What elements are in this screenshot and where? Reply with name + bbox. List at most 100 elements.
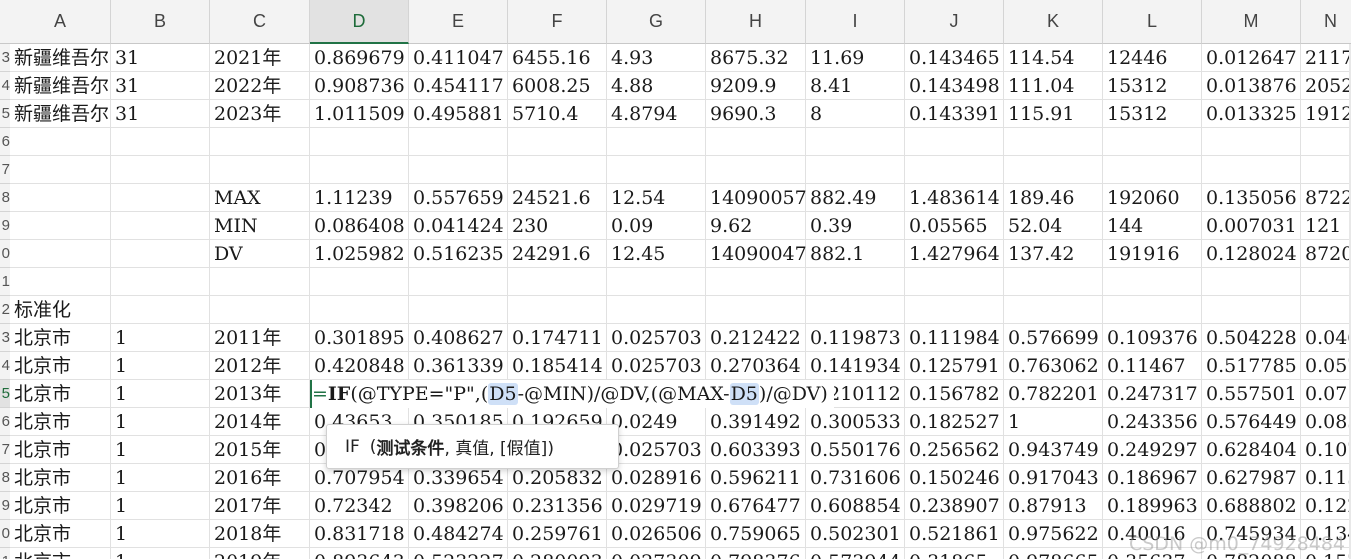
cell-m-14[interactable]: 0.628404 [1202,436,1301,464]
cell-d-18[interactable]: 0.893643 [310,548,409,559]
cell-d-10[interactable]: 0.301895 [310,324,409,352]
cell-b-11[interactable]: 1 [111,352,210,380]
cell-d-1[interactable]: 0.908736 [310,72,409,100]
cell-h-16[interactable]: 0.676477 [706,492,806,520]
cell-m-11[interactable]: 0.517785 [1202,352,1301,380]
cell-d-4[interactable] [310,156,409,184]
cell-k-10[interactable]: 0.576699 [1004,324,1103,352]
cell-h-11[interactable]: 0.270364 [706,352,806,380]
cell-j-11[interactable]: 0.125791 [905,352,1004,380]
cell-l-5[interactable]: 192060 [1103,184,1202,212]
cell-h-2[interactable]: 9690.3 [706,100,806,128]
cell-f-10[interactable]: 0.174711 [508,324,607,352]
cell-a-1[interactable]: 新疆维吾尔 [10,72,111,100]
row-header[interactable]: 5 [0,380,10,408]
formula-cell-reference[interactable]: D5 [488,383,518,405]
cell-j-18[interactable]: 0.31865 [905,548,1004,559]
cell-j-12[interactable]: 0.156782 [905,380,1004,408]
cell-n-14[interactable]: 0.107 [1301,436,1351,464]
cell-g-7[interactable]: 12.45 [607,240,706,268]
cell-e-1[interactable]: 0.454117 [409,72,508,100]
cell-e-8[interactable] [409,268,508,296]
cell-m-10[interactable]: 0.504228 [1202,324,1301,352]
cell-j-5[interactable]: 1.483614 [905,184,1004,212]
cell-m-3[interactable] [1202,128,1301,156]
cell-h-8[interactable] [706,268,806,296]
cell-f-17[interactable]: 0.259761 [508,520,607,548]
cell-l-4[interactable] [1103,156,1202,184]
cell-k-9[interactable] [1004,296,1103,324]
cell-l-11[interactable]: 0.11467 [1103,352,1202,380]
cell-h-1[interactable]: 9209.9 [706,72,806,100]
cell-b-8[interactable] [111,268,210,296]
formula-editor[interactable]: =IF(@TYPE="P",(D5-@MIN)/@DV,(@MAX-D5)/@D… [312,380,834,408]
cell-i-18[interactable]: 0.573944 [806,548,905,559]
cell-c-1[interactable]: 2022年 [210,72,310,100]
cell-m-4[interactable] [1202,156,1301,184]
cell-l-13[interactable]: 0.243356 [1103,408,1202,436]
cell-h-7[interactable]: 14090047 [706,240,807,268]
cell-f-3[interactable] [508,128,607,156]
cell-m-5[interactable]: 0.135056 [1202,184,1301,212]
cell-a-12[interactable]: 北京市 [10,380,111,408]
row-header[interactable]: 2 [0,296,10,324]
cell-k-0[interactable]: 114.54 [1004,44,1103,72]
cell-a-5[interactable] [10,184,111,212]
cell-n-6[interactable]: 121 [1301,212,1351,240]
cell-b-5[interactable] [111,184,210,212]
cell-l-2[interactable]: 15312 [1103,100,1202,128]
cell-f-2[interactable]: 5710.4 [508,100,607,128]
cell-c-9[interactable] [210,296,310,324]
cell-d-8[interactable] [310,268,409,296]
cell-j-3[interactable] [905,128,1004,156]
row-header[interactable]: 7 [0,436,10,464]
cell-i-11[interactable]: 0.141934 [806,352,905,380]
cell-d-0[interactable]: 0.869679 [310,44,409,72]
cell-e-3[interactable] [409,128,508,156]
cell-f-8[interactable] [508,268,607,296]
cell-i-9[interactable] [806,296,905,324]
cell-e-16[interactable]: 0.398206 [409,492,508,520]
cell-k-18[interactable]: 0.978665 [1004,548,1103,559]
cell-h-17[interactable]: 0.759065 [706,520,806,548]
cell-f-5[interactable]: 24521.6 [508,184,607,212]
cell-b-9[interactable] [111,296,210,324]
column-header-n[interactable]: N [1301,0,1351,44]
cell-c-8[interactable] [210,268,310,296]
cell-g-16[interactable]: 0.029719 [607,492,706,520]
cell-c-2[interactable]: 2023年 [210,100,310,128]
cell-b-0[interactable]: 31 [111,44,210,72]
cell-e-7[interactable]: 0.516235 [409,240,508,268]
cell-j-10[interactable]: 0.111984 [905,324,1004,352]
cell-h-9[interactable] [706,296,806,324]
cell-b-1[interactable]: 31 [111,72,210,100]
cell-a-8[interactable] [10,268,111,296]
cell-h-14[interactable]: 0.603393 [706,436,806,464]
cell-f-9[interactable] [508,296,607,324]
cell-e-5[interactable]: 0.557659 [409,184,508,212]
cell-m-15[interactable]: 0.627987 [1202,464,1301,492]
cell-i-16[interactable]: 0.608854 [806,492,905,520]
cell-i-5[interactable]: 882.49 [806,184,905,212]
cell-l-9[interactable] [1103,296,1202,324]
cell-c-13[interactable]: 2014年 [210,408,310,436]
cell-n-4[interactable] [1301,156,1351,184]
column-header-f[interactable]: F [508,0,607,44]
cell-c-6[interactable]: MIN [210,212,310,240]
cell-a-17[interactable]: 北京市 [10,520,111,548]
column-header-h[interactable]: H [706,0,806,44]
cell-j-9[interactable] [905,296,1004,324]
cell-i-14[interactable]: 0.550176 [806,436,905,464]
cell-h-4[interactable] [706,156,806,184]
column-header-c[interactable]: C [210,0,310,44]
row-header[interactable]: 5 [0,100,10,128]
cell-n-16[interactable]: 0.122 [1301,492,1351,520]
row-header[interactable]: 6 [0,128,10,156]
cell-n-8[interactable] [1301,268,1351,296]
cell-b-4[interactable] [111,156,210,184]
column-header-e[interactable]: E [409,0,508,44]
row-header[interactable]: 4 [0,352,10,380]
cell-m-7[interactable]: 0.128024 [1202,240,1301,268]
cell-g-11[interactable]: 0.025703 [607,352,706,380]
cell-m-13[interactable]: 0.576449 [1202,408,1301,436]
